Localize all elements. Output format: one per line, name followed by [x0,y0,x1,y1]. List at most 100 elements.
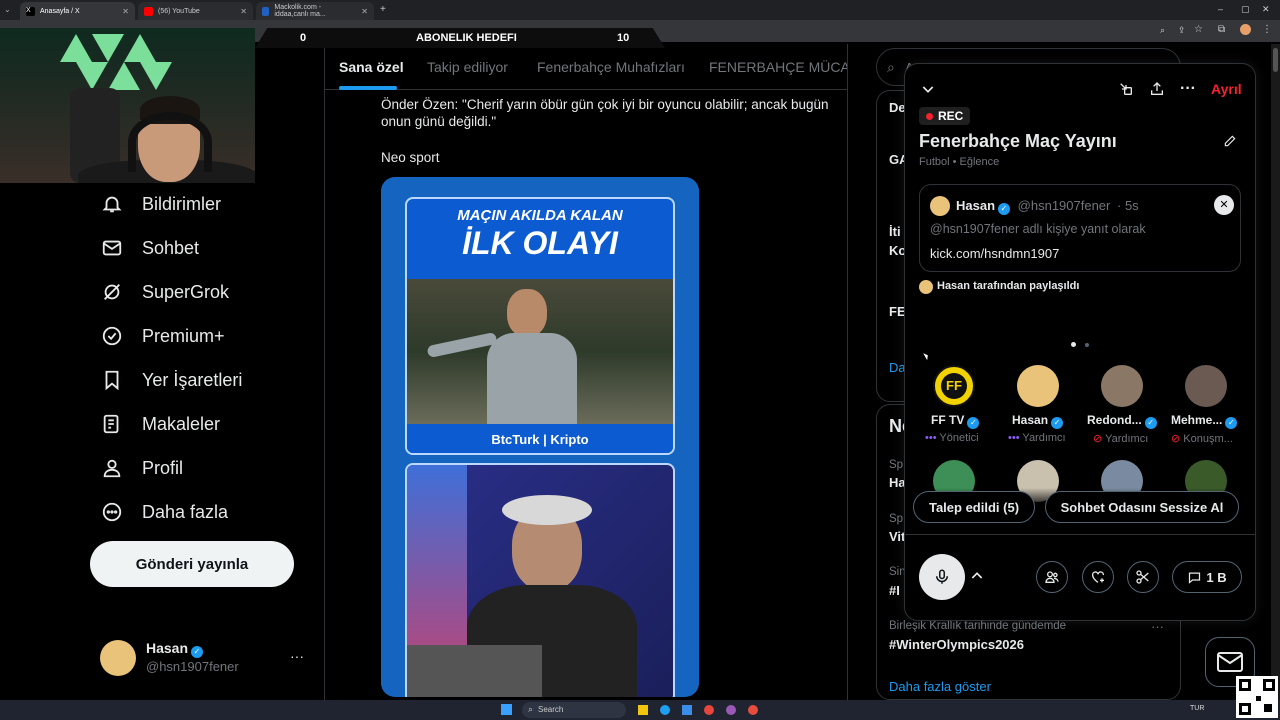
post-button[interactable]: Gönderi yayınla [90,541,294,587]
clip-button[interactable] [1127,561,1159,593]
card-headline-2: İLK OLAYI [462,225,618,261]
nav-profil[interactable]: Profil [100,453,183,483]
microphone-icon [936,569,948,584]
pager-dot-active[interactable] [1071,342,1076,347]
close-tab-icon[interactable]: ✕ [240,7,247,16]
new-tab-button[interactable]: + [380,4,386,15]
participants-button[interactable] [1036,561,1068,593]
tab-fenerbahce-mucadele[interactable]: FENERBAHÇE MÜCADE [709,59,847,75]
store-icon[interactable] [682,705,692,715]
browser-menu-icon[interactable]: ⋮ [1262,24,1272,35]
tab-takip-ediliyor[interactable]: Takip ediliyor [427,59,508,75]
account-switcher[interactable]: Hasan ✓ @hsn1907fener ··· [100,638,310,678]
trend-name[interactable]: #I [889,583,900,598]
taskbar-search[interactable]: ⌕ Search [522,702,626,718]
profile-avatar-icon[interactable] [1240,24,1251,35]
trend-name[interactable]: #WinterOlympics2026 [889,637,1024,652]
collapse-chevron-icon[interactable] [917,78,939,100]
goal-label: ABONELIK HEDEFI [416,32,517,44]
webcam-overlay [0,28,255,183]
nav-label: Yer İşaretleri [142,369,243,390]
trend-more-icon[interactable]: ··· [1151,619,1164,634]
card-snippet: İti [889,224,901,239]
chrome-icon[interactable] [704,705,714,715]
comment-icon [1189,572,1201,584]
share-icon[interactable]: ⇪ [1178,25,1186,36]
leave-button[interactable]: Ayrıl [1211,81,1242,97]
microphone-button[interactable] [919,554,965,600]
minimize-space-icon[interactable] [1115,78,1137,100]
pinned-post[interactable]: Hasan ✓ @hsn1907fener · 5s ✕ @hsn1907fene… [919,184,1241,272]
show-more-link[interactable]: Daha fazla göster [889,679,991,694]
avatar [100,640,136,676]
participant-name: Hasan ✓ [1012,413,1064,429]
participant-avatar-hasan[interactable] [1017,365,1059,407]
role-text: Yardımcı [1022,432,1066,444]
edge-icon[interactable] [660,705,670,715]
extensions-icon[interactable]: ⧉ [1218,24,1225,35]
app-icon[interactable] [748,705,758,715]
mute-space-button[interactable]: Sohbet Odasını Sessize Al [1045,491,1239,523]
card-headline-1: MAÇIN AKILDA KALAN [457,207,623,224]
verified-badge-icon: ✓ [1051,417,1064,429]
comments-count: 1 B [1206,569,1227,585]
trend-name[interactable]: Vit [889,529,905,544]
youtube-icon [144,6,153,16]
tab-menu-icon[interactable]: ⌄ [4,5,11,14]
account-more-icon[interactable]: ··· [290,648,304,664]
comments-button[interactable]: 1 B [1172,561,1242,593]
star-icon[interactable]: ☆ [1194,24,1203,35]
shared-by: Hasan tarafından paylaşıldı [937,280,1080,292]
close-tab-icon[interactable]: ✕ [361,7,368,16]
tweet-media[interactable]: MAÇIN AKILDA KALAN İLK OLAYI BtcTurk | K… [381,177,699,697]
language-indicator[interactable]: TUR [1190,705,1204,712]
space-subtitle: Futbol • Eğlence [919,156,1000,168]
article-icon [100,412,124,436]
maximize-icon[interactable]: ▢ [1241,4,1250,15]
scrollbar-thumb[interactable] [1273,48,1278,72]
close-tab-icon[interactable]: ✕ [122,7,129,16]
share-icon[interactable] [1146,78,1168,100]
participant-avatar-redondo[interactable] [1101,365,1143,407]
tab-sana-ozel[interactable]: Sana özel [339,59,404,75]
pinned-link[interactable]: kick.com/hsndmn1907 [930,246,1059,261]
close-pinned-icon[interactable]: ✕ [1214,195,1234,215]
more-options-icon[interactable]: ··· [1177,78,1199,100]
chevron-up-icon[interactable] [969,568,985,589]
browser-tab-x[interactable]: X Anasayfa / X ✕ [20,2,135,20]
edit-icon[interactable] [1223,134,1237,153]
rec-label: REC [938,109,964,123]
nav-premium[interactable]: Premium+ [100,321,225,351]
file-explorer-icon[interactable] [638,705,648,715]
trend-context: Sp [889,513,904,525]
more-circle-icon [100,500,124,524]
sponsor-label: BtcTurk | Kripto [407,426,673,453]
speaking-dots-icon: ••• [1008,432,1023,444]
participant-avatar-mehmet[interactable] [1185,365,1227,407]
nav-makaleler[interactable]: Makaleler [100,409,220,439]
browser-tab-youtube[interactable]: (56) YouTube ✕ [138,2,253,20]
zoom-icon[interactable]: ⌕ [1160,25,1165,36]
nav-daha-fazla[interactable]: Daha fazla [100,497,228,527]
divider [905,534,1255,535]
windows-taskbar: ⌕ Search TUR [0,700,1280,720]
nav-supergrok[interactable]: SuperGrok [100,277,229,307]
pager-dot[interactable] [1085,343,1089,347]
windows-start-icon[interactable] [501,704,512,715]
app-icon[interactable] [726,705,736,715]
feed-tabs: Sana özel Takip ediliyor Fenerbahçe Muha… [325,44,847,90]
nav-label: SuperGrok [142,281,230,302]
requests-button[interactable]: Talep edildi (5) [913,491,1035,523]
react-button[interactable] [1082,561,1114,593]
nav-yer-isaretleri[interactable]: Yer İşaretleri [100,365,242,395]
browser-tab-mackolik[interactable]: Mackolik.com - iddaa,canlı ma... ✕ [256,2,374,20]
mic-off-icon: ⊘ [1093,433,1106,445]
grok-icon [100,280,124,304]
participant-avatar-fftv[interactable]: FF [933,365,975,407]
minimize-icon[interactable]: – [1218,4,1223,14]
page-scrollbar[interactable] [1271,44,1280,700]
close-window-icon[interactable]: ✕ [1262,4,1270,15]
nav-sohbet[interactable]: Sohbet [100,233,199,263]
nav-bildirimler[interactable]: Bildirimler [100,189,221,219]
tab-fenerbahce-muhafizlari[interactable]: Fenerbahçe Muhafızları [537,59,685,75]
